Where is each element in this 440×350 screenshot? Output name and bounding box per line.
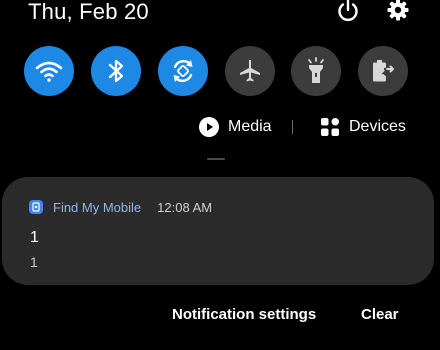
flashlight-tile[interactable] xyxy=(291,46,341,96)
auto-rotate-tile[interactable] xyxy=(158,46,208,96)
bluetooth-tile[interactable] xyxy=(91,46,141,96)
power-saving-tile[interactable] xyxy=(358,46,408,96)
notification-time: 12:08 AM xyxy=(157,199,213,215)
notification-app-name: Find My Mobile xyxy=(53,199,142,215)
gear-icon[interactable] xyxy=(386,0,410,22)
notification-actions: Notification settings Clear xyxy=(0,302,440,328)
media-label: Media xyxy=(228,118,272,135)
notification-title: 1 xyxy=(30,229,39,246)
flashlight-icon xyxy=(308,57,324,83)
media-devices-row: Media Devices xyxy=(0,114,440,140)
notification-header: Find My Mobile 12:08 AM xyxy=(29,199,212,215)
devices-label: Devices xyxy=(349,118,406,135)
notification-card[interactable]: Find My Mobile 12:08 AM 1 1 xyxy=(2,177,434,285)
wifi-tile[interactable] xyxy=(24,46,74,96)
quick-settings-tiles xyxy=(0,46,440,98)
media-button[interactable]: Media xyxy=(199,114,272,140)
drag-handle[interactable] xyxy=(207,158,225,160)
find-my-mobile-icon xyxy=(29,200,43,214)
airplane-icon xyxy=(240,60,260,82)
power-icon[interactable] xyxy=(335,0,361,24)
bluetooth-icon xyxy=(108,59,124,83)
devices-grid-icon xyxy=(321,118,339,136)
divider xyxy=(292,120,293,134)
notification-settings-button[interactable]: Notification settings xyxy=(172,306,316,323)
wifi-icon xyxy=(35,61,63,82)
clear-button[interactable]: Clear xyxy=(361,306,399,323)
notification-shade: Thu, Feb 20 Media Devices Find My Mobile… xyxy=(0,0,440,350)
airplane-tile[interactable] xyxy=(225,46,275,96)
date-label: Thu, Feb 20 xyxy=(28,0,149,24)
auto-rotate-icon xyxy=(173,59,193,83)
status-row: Thu, Feb 20 xyxy=(0,0,440,30)
battery-saver-icon xyxy=(373,60,394,82)
play-icon xyxy=(199,117,219,137)
devices-button[interactable]: Devices xyxy=(321,114,406,140)
notification-body: 1 xyxy=(30,254,38,270)
